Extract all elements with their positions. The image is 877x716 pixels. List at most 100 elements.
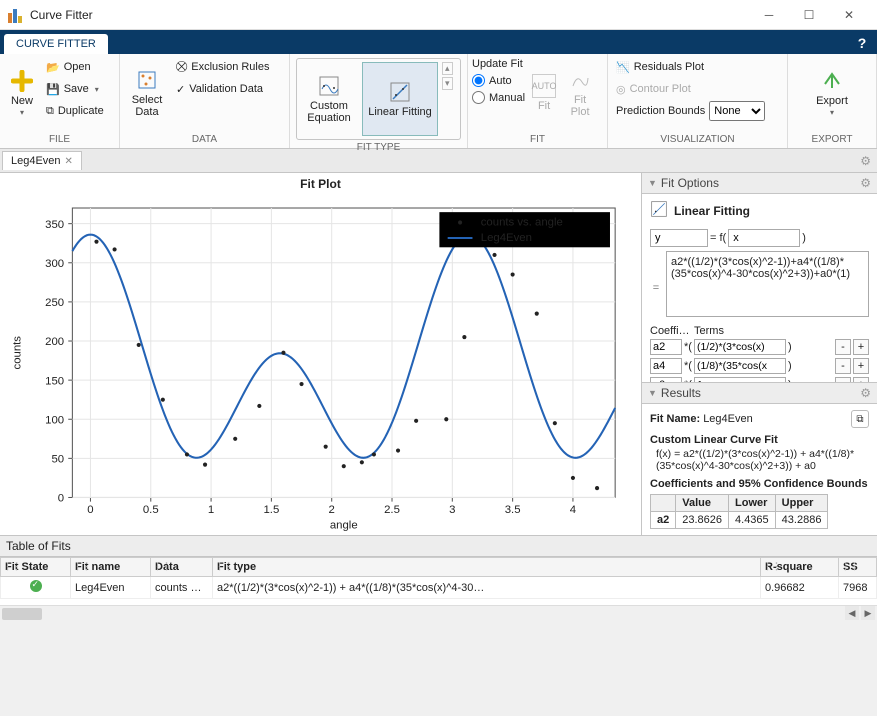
duplicate-icon: ⧉ [46, 105, 54, 118]
svg-text:Leg4Even: Leg4Even [481, 232, 532, 244]
manual-radio[interactable]: Manual [472, 91, 525, 104]
maximize-button[interactable]: ☐ [789, 1, 829, 29]
data-group-label: DATA [124, 134, 285, 146]
ribbon: New ▾ 📂Open 💾Save▾ ⧉Duplicate FILE Selec… [0, 54, 877, 149]
export-button[interactable]: Export ▾ [809, 56, 855, 130]
results-header[interactable]: ▼ Results ⚙ [642, 383, 877, 404]
auto-radio[interactable]: Auto [472, 74, 525, 87]
new-icon [10, 69, 34, 93]
svg-text:350: 350 [45, 219, 64, 231]
window-title: Curve Fitter [30, 8, 93, 22]
col-fit-name[interactable]: ⋮⋮Fit name [71, 558, 151, 577]
fit-auto-icon: AUTO [532, 74, 556, 98]
col-data[interactable]: ⋮⋮Data [151, 558, 213, 577]
exclusion-rules-button[interactable]: ⛒Exclusion Rules [172, 56, 274, 78]
fit-row[interactable]: Leg4Even counts … a2*((1/2)*(3*cos(x)^2-… [1, 577, 877, 599]
svg-text:250: 250 [45, 297, 64, 309]
fit-name-label: Fit Name: [650, 413, 700, 425]
svg-text:0: 0 [58, 493, 64, 505]
formula-textarea[interactable]: a2*((1/2)*(3*cos(x)^2-1))+a4*((1/8)*(35*… [666, 251, 869, 317]
save-button[interactable]: 💾Save▾ [42, 78, 108, 100]
custom-equation-button[interactable]: Custom Equation [300, 62, 358, 136]
plot-title: Fit Plot [0, 173, 641, 191]
folder-open-icon: 📂 [46, 61, 60, 74]
title-bar: Curve Fitter ─ ☐ ✕ [0, 0, 877, 30]
prediction-bounds-select[interactable]: None [709, 101, 765, 121]
fit-type-title: Linear Fitting [650, 200, 869, 221]
x-variable-input[interactable] [728, 229, 800, 247]
chevron-down-icon: ▾ [95, 85, 99, 94]
svg-text:angle: angle [330, 520, 358, 532]
svg-text:2: 2 [329, 504, 335, 516]
duplicate-button[interactable]: ⧉Duplicate [42, 100, 108, 122]
chevron-down-icon: ▾ [20, 108, 24, 117]
fittype-up-icon[interactable]: ▴ [442, 62, 453, 75]
scroll-left-icon[interactable]: ◀ [845, 606, 859, 620]
remove-term-button[interactable]: - [835, 339, 851, 355]
svg-text:100: 100 [45, 414, 64, 426]
ribbon-tab-curve-fitter[interactable]: CURVE FITTER [4, 34, 108, 54]
coef-bounds-title: Coefficients and 95% Confidence Bounds [650, 478, 868, 490]
coef-term-input[interactable] [694, 339, 786, 355]
svg-text:3: 3 [449, 504, 455, 516]
coef-name-input[interactable] [650, 339, 682, 355]
fit-button[interactable]: AUTO Fit [527, 56, 561, 130]
horizontal-scrollbar[interactable]: ◀▶ [0, 605, 877, 621]
fit-plot-chart[interactable]: 00.511.522.533.54050100150200250300350an… [0, 191, 641, 540]
save-icon: 💾 [46, 83, 60, 96]
col-fit-type[interactable]: ⋮⋮Fit type [213, 558, 761, 577]
linear-fitting-button[interactable]: Linear Fitting [362, 62, 438, 136]
model-equation: f(x) = a2*((1/2)*(3*cos(x)^2-1)) + a4*((… [650, 448, 869, 472]
close-window-button[interactable]: ✕ [829, 1, 869, 29]
validation-data-button[interactable]: ✓Validation Data [172, 78, 274, 100]
fittype-down-icon[interactable]: ▾ [442, 77, 453, 90]
document-tab[interactable]: Leg4Even ✕ [2, 151, 82, 170]
options-gear-icon[interactable]: ⚙ [860, 176, 871, 190]
col-rsquare[interactable]: ⋮⋮R-square [761, 558, 839, 577]
close-tab-icon[interactable]: ✕ [65, 156, 73, 167]
chevron-down-icon: ▾ [830, 108, 834, 117]
col-sse[interactable]: ⋮⋮SS [839, 558, 877, 577]
coef-name-input[interactable] [650, 358, 682, 374]
new-button[interactable]: New ▾ [4, 56, 40, 130]
svg-text:200: 200 [45, 336, 64, 348]
help-button[interactable]: ? [851, 32, 873, 54]
app-logo-icon [8, 7, 24, 23]
svg-text:counts: counts [12, 336, 24, 370]
fit-plot-icon [568, 68, 592, 92]
add-term-button[interactable]: + [853, 358, 869, 374]
residuals-plot-button[interactable]: 📉Residuals Plot [612, 56, 783, 78]
contour-icon: ◎ [616, 83, 626, 96]
update-fit-label: Update Fit [472, 58, 525, 70]
coefficients-table: ValueLowerUpper a223.86264.436543.2886 [650, 494, 828, 529]
svg-text:3.5: 3.5 [505, 504, 521, 516]
minimize-button[interactable]: ─ [749, 1, 789, 29]
copy-results-icon[interactable]: ⧉ [851, 410, 869, 428]
col-fit-state[interactable]: ⋮⋮Fit State [1, 558, 71, 577]
select-data-button[interactable]: Select Data [124, 56, 170, 130]
options-gear-icon[interactable]: ⚙ [860, 386, 871, 400]
svg-text:4: 4 [570, 504, 576, 516]
add-term-button[interactable]: + [853, 339, 869, 355]
svg-text:1.5: 1.5 [263, 504, 279, 516]
y-variable-input[interactable] [650, 229, 708, 247]
fit-options-header[interactable]: ▼ Fit Options ⚙ [642, 173, 877, 194]
file-group-label: FILE [4, 134, 115, 146]
validation-icon: ✓ [176, 83, 185, 96]
scroll-right-icon[interactable]: ▶ [861, 606, 875, 620]
coef-term-input[interactable] [694, 358, 786, 374]
fit-plot-button[interactable]: Fit Plot [563, 56, 597, 130]
tab-options-icon[interactable]: ⚙ [860, 154, 871, 168]
fit-type-group-label: FIT TYPE [294, 142, 463, 154]
svg-text:150: 150 [45, 375, 64, 387]
custom-equation-icon [317, 74, 341, 98]
open-button[interactable]: 📂Open [42, 56, 108, 78]
coef-header-coef: Coeffi… [650, 325, 694, 337]
scroll-thumb[interactable] [2, 608, 42, 620]
coef-row: *()-+ [650, 358, 869, 374]
contour-plot-button[interactable]: ◎Contour Plot [612, 78, 783, 100]
remove-term-button[interactable]: - [835, 358, 851, 374]
fit-group-label: FIT [472, 134, 603, 146]
exclusion-icon: ⛒ [176, 61, 187, 74]
viz-group-label: VISUALIZATION [612, 134, 783, 146]
